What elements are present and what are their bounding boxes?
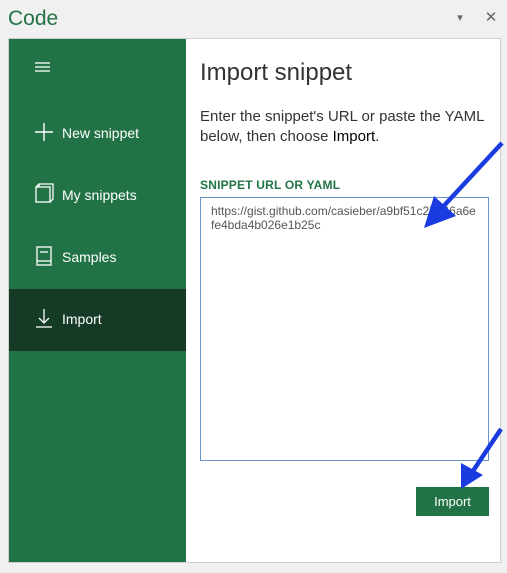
snippet-field-label: SNIPPET URL OR YAML xyxy=(200,178,341,192)
sidebar-item-my-snippets[interactable]: My snippets xyxy=(9,165,186,227)
close-icon[interactable]: ✕ xyxy=(481,8,501,28)
caret-down-icon[interactable]: ▾ xyxy=(450,8,470,28)
annotation-arrow-textarea xyxy=(424,141,504,228)
instructions-suffix: . xyxy=(375,128,380,145)
sidebar-item-label: New snippet xyxy=(62,125,140,141)
download-icon xyxy=(33,307,55,329)
sidebar-item-new-snippet[interactable]: New snippet xyxy=(9,103,186,165)
title-bar: Code ▾ ✕ xyxy=(0,0,507,38)
hamburger-icon[interactable] xyxy=(32,55,56,79)
sidebar-item-import[interactable]: Import xyxy=(9,289,186,351)
page-title: Import snippet xyxy=(200,59,353,86)
samples-icon xyxy=(33,245,55,267)
annotation-arrow-import xyxy=(461,427,503,489)
sidebar-item-label: Import xyxy=(62,311,102,327)
sidebar-item-label: Samples xyxy=(62,249,117,265)
code-pane: New snippet My snippets Samples Import I… xyxy=(8,38,501,563)
instructions-emphasis: Import xyxy=(332,128,376,145)
sidebar: New snippet My snippets Samples Import xyxy=(9,39,186,562)
plus-icon xyxy=(33,121,55,143)
sidebar-item-samples[interactable]: Samples xyxy=(9,227,186,289)
snippets-icon xyxy=(33,183,55,205)
window-title: Code xyxy=(8,7,59,30)
sidebar-item-label: My snippets xyxy=(62,187,137,203)
